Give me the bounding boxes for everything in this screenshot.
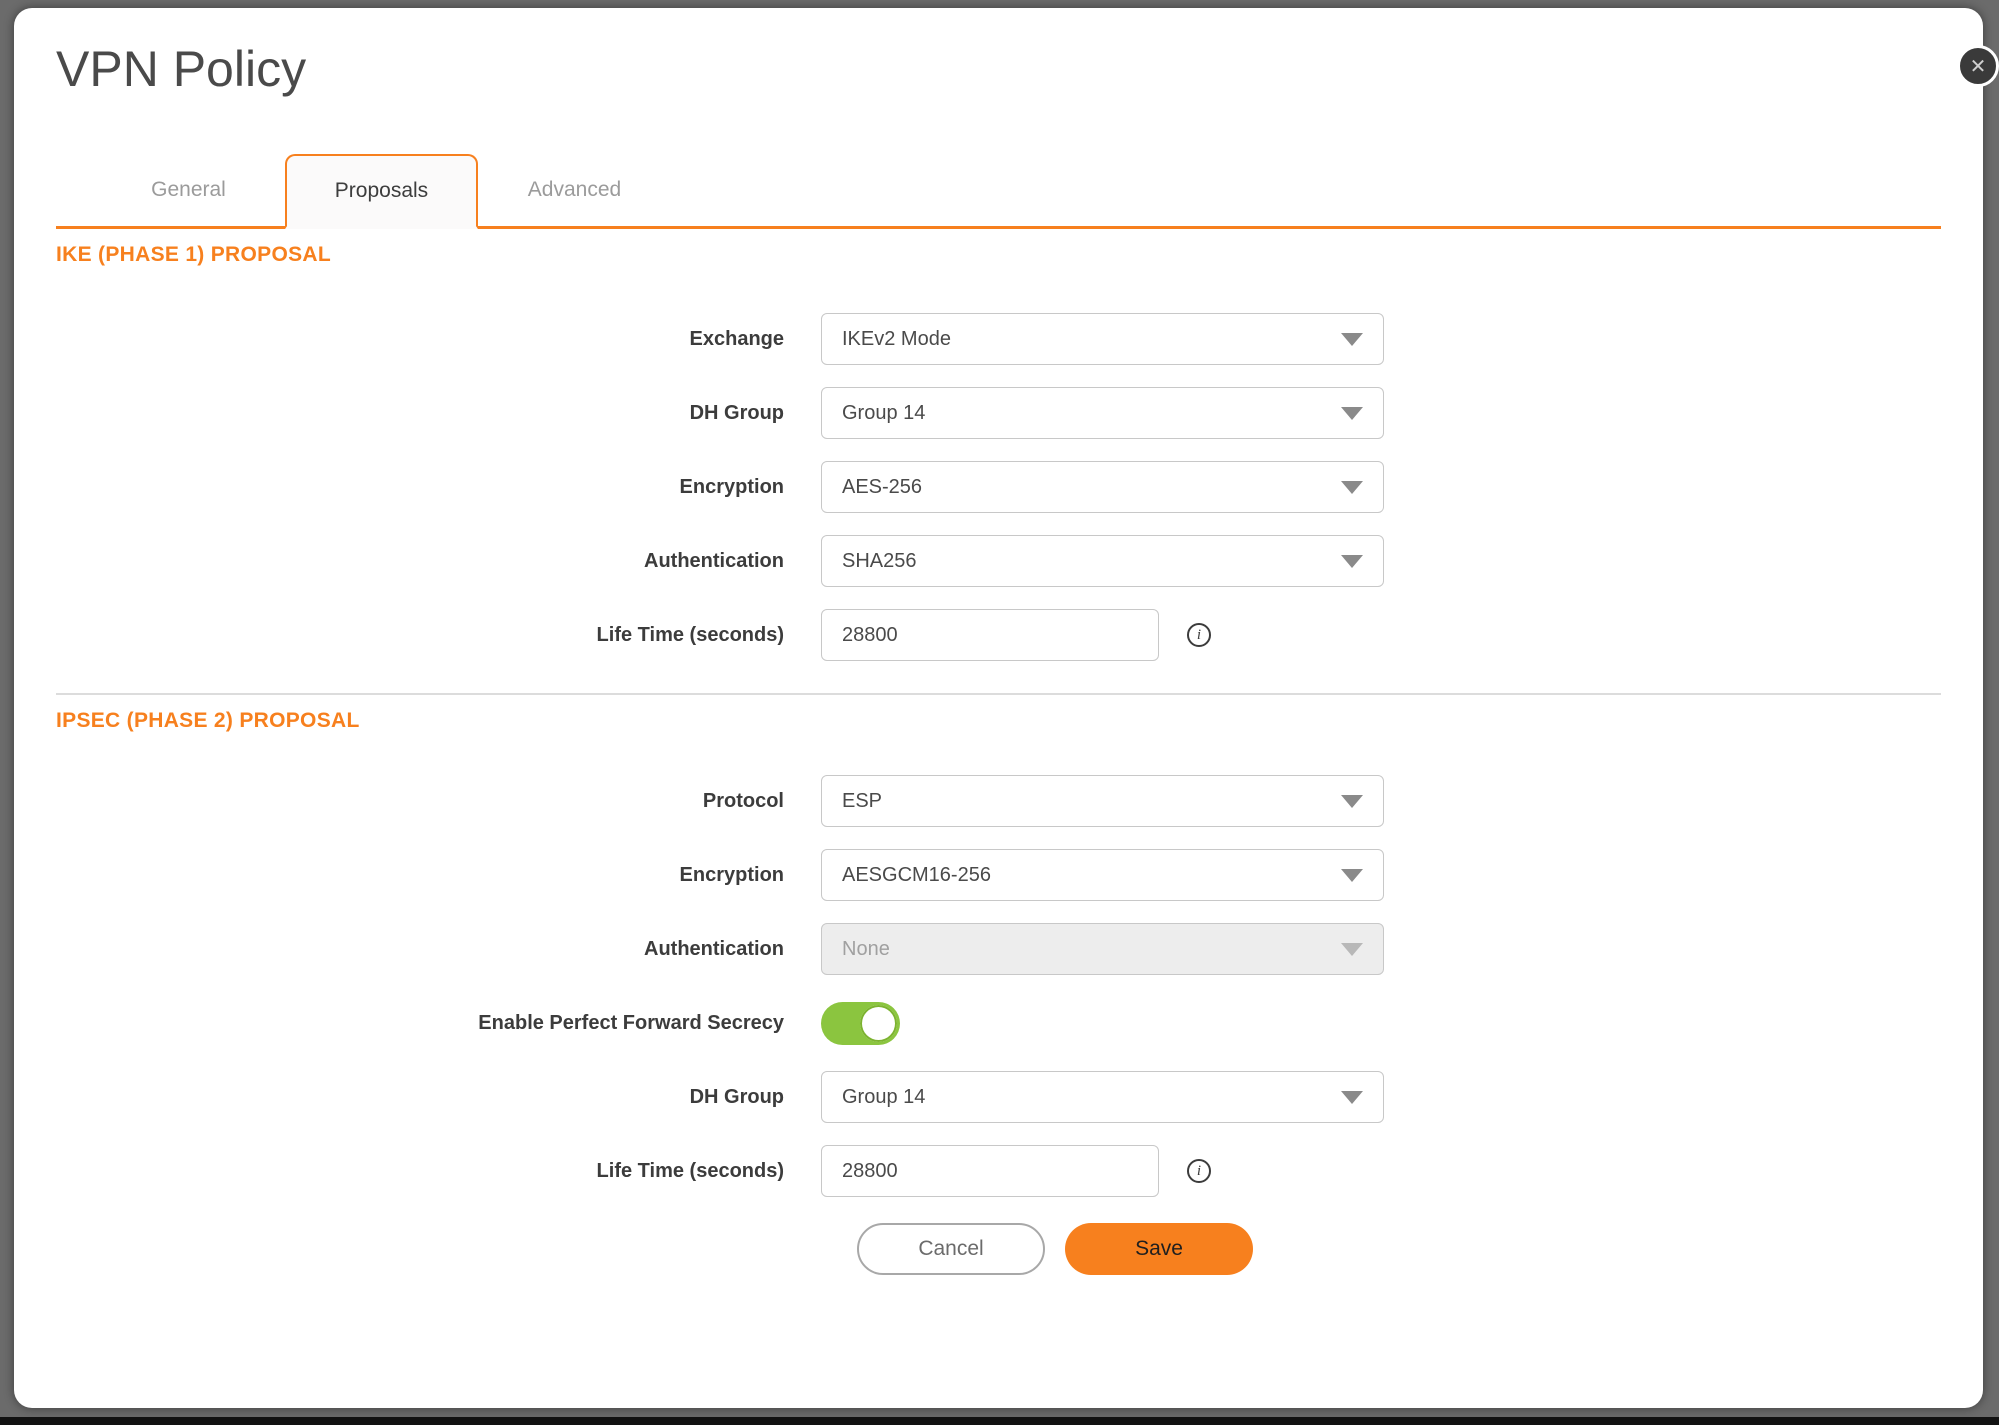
dialog-footer: Cancel Save: [857, 1223, 1941, 1275]
chevron-down-icon: [1341, 407, 1363, 420]
encryption-p2-label: Encryption: [56, 864, 821, 887]
encryption-p2-select[interactable]: AESGCM16-256: [821, 849, 1384, 901]
form-row-pfs: Enable Perfect Forward Secrecy: [56, 997, 1941, 1049]
chevron-down-icon: [1341, 869, 1363, 882]
dh-group-p2-label: DH Group: [56, 1086, 821, 1109]
chevron-down-icon: [1341, 333, 1363, 346]
cancel-button[interactable]: Cancel: [857, 1223, 1045, 1275]
encryption-p2-select-value: AESGCM16-256: [822, 864, 991, 887]
authentication-p2-label: Authentication: [56, 938, 821, 961]
vpn-policy-dialog: VPN Policy General Proposals Advanced IK…: [14, 8, 1983, 1408]
form-row-encryption-p2: Encryption AESGCM16-256: [56, 849, 1941, 901]
ipsec-phase2-heading: IPSEC (PHASE 2) PROPOSAL: [56, 709, 1941, 733]
bottom-bar: [0, 1417, 1999, 1425]
tab-proposals[interactable]: Proposals: [285, 154, 478, 229]
protocol-select[interactable]: ESP: [821, 775, 1384, 827]
form-row-encryption: Encryption AES-256: [56, 461, 1941, 513]
authentication-select-value: SHA256: [822, 550, 917, 573]
exchange-select-value: IKEv2 Mode: [822, 328, 951, 351]
tab-proposals-label: Proposals: [335, 179, 428, 203]
dh-group-select-value: Group 14: [822, 402, 925, 425]
chevron-down-icon: [1341, 555, 1363, 568]
form-row-authentication: Authentication SHA256: [56, 535, 1941, 587]
chevron-down-icon: [1341, 795, 1363, 808]
dh-group-p2-select-value: Group 14: [822, 1086, 925, 1109]
life-time-label: Life Time (seconds): [56, 624, 821, 647]
life-time-input[interactable]: [821, 609, 1159, 661]
authentication-p2-select-value: None: [822, 938, 890, 961]
chevron-down-icon: [1341, 943, 1363, 956]
exchange-label: Exchange: [56, 328, 821, 351]
protocol-select-value: ESP: [822, 790, 882, 813]
pfs-label: Enable Perfect Forward Secrecy: [56, 1012, 821, 1035]
encryption-select-value: AES-256: [822, 476, 922, 499]
chevron-down-icon: [1341, 481, 1363, 494]
page-title: VPN Policy: [56, 38, 1941, 100]
protocol-label: Protocol: [56, 790, 821, 813]
tab-general-label: General: [151, 178, 226, 202]
dh-group-p2-select[interactable]: Group 14: [821, 1071, 1384, 1123]
section-divider: [56, 693, 1941, 695]
life-time-p2-input[interactable]: [821, 1145, 1159, 1197]
chevron-down-icon: [1341, 1091, 1363, 1104]
toggle-knob: [860, 1005, 897, 1042]
tab-bar: General Proposals Advanced: [56, 154, 1941, 229]
screen: VPN Policy General Proposals Advanced IK…: [0, 0, 1999, 1425]
close-icon[interactable]: ✕: [1957, 45, 1999, 87]
save-button[interactable]: Save: [1065, 1223, 1253, 1275]
dh-group-select[interactable]: Group 14: [821, 387, 1384, 439]
encryption-select[interactable]: AES-256: [821, 461, 1384, 513]
form-row-life-time: Life Time (seconds) i: [56, 609, 1941, 661]
info-icon[interactable]: i: [1187, 1159, 1211, 1183]
life-time-p2-label: Life Time (seconds): [56, 1160, 821, 1183]
tab-advanced[interactable]: Advanced: [478, 154, 671, 226]
ike-phase1-heading: IKE (PHASE 1) PROPOSAL: [56, 243, 1941, 267]
dh-group-label: DH Group: [56, 402, 821, 425]
form-row-dh-group: DH Group Group 14: [56, 387, 1941, 439]
ike-phase1-form: Exchange IKEv2 Mode DH Group Group 14 En…: [56, 313, 1941, 661]
form-row-protocol: Protocol ESP: [56, 775, 1941, 827]
authentication-p2-select: None: [821, 923, 1384, 975]
ipsec-phase2-form: Protocol ESP Encryption AESGCM16-256 Aut…: [56, 775, 1941, 1197]
authentication-label: Authentication: [56, 550, 821, 573]
form-row-exchange: Exchange IKEv2 Mode: [56, 313, 1941, 365]
info-icon[interactable]: i: [1187, 623, 1211, 647]
exchange-select[interactable]: IKEv2 Mode: [821, 313, 1384, 365]
authentication-select[interactable]: SHA256: [821, 535, 1384, 587]
pfs-toggle[interactable]: [821, 1002, 900, 1045]
tab-general[interactable]: General: [92, 154, 285, 226]
form-row-life-time-p2: Life Time (seconds) i: [56, 1145, 1941, 1197]
form-row-dh-group-p2: DH Group Group 14: [56, 1071, 1941, 1123]
encryption-label: Encryption: [56, 476, 821, 499]
tab-advanced-label: Advanced: [528, 178, 621, 202]
form-row-authentication-p2: Authentication None: [56, 923, 1941, 975]
